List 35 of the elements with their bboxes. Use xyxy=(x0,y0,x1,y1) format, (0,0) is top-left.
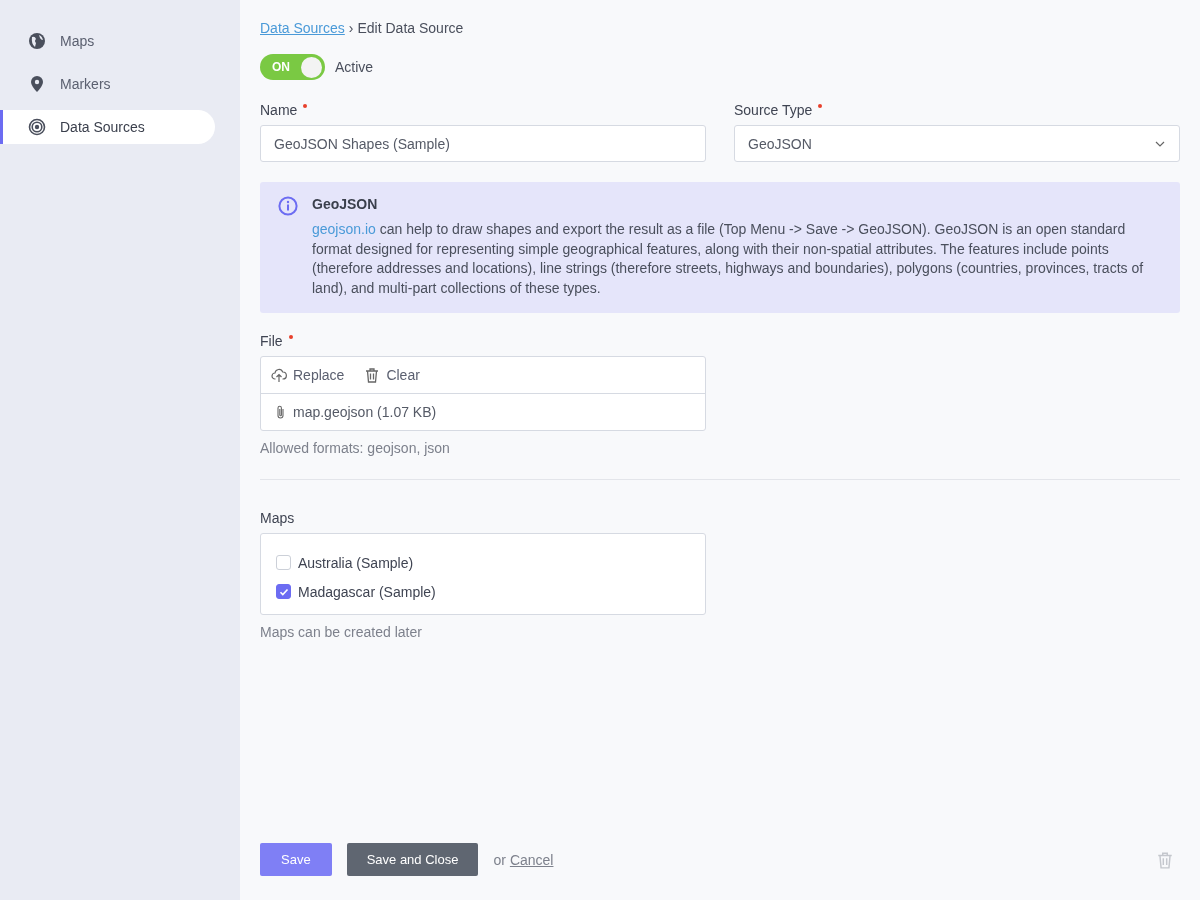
clear-button[interactable]: Clear xyxy=(364,367,420,383)
select-field[interactable]: GeoJSON xyxy=(734,125,1180,162)
checkbox-label[interactable]: Australia (Sample) xyxy=(298,554,414,571)
field-label: Name xyxy=(260,102,298,118)
field-label: Source Type xyxy=(734,102,813,118)
checkbox-label[interactable]: Madagascar (Sample) xyxy=(298,583,436,600)
info-title: GeoJSON xyxy=(312,196,379,212)
chevron-down-icon xyxy=(1155,140,1165,147)
info-icon xyxy=(278,196,298,216)
checkmark-icon xyxy=(278,586,289,597)
field-label: Maps xyxy=(260,510,295,526)
sidebar-item[interactable]: Maps xyxy=(0,24,215,58)
target-icon xyxy=(28,118,46,136)
breadcrumb-separator: › xyxy=(348,20,354,36)
trash-icon xyxy=(364,367,381,383)
file-name: map.geojson (1.07 KB) xyxy=(293,404,437,420)
globe-icon xyxy=(28,32,46,50)
save-and-close-button[interactable]: Save and Close xyxy=(346,843,479,876)
or-text: or xyxy=(493,851,506,868)
sidebar-item[interactable]: Markers xyxy=(0,67,215,101)
replace-button[interactable]: Replace xyxy=(271,367,345,383)
input-field[interactable]: GeoJSON Shapes (Sample) xyxy=(260,125,706,162)
field-label: File xyxy=(260,333,283,349)
map-pin-icon xyxy=(28,75,46,93)
info-text: geojson.io can help to draw shapes and export the result as a file (Top Menu -> Save -> GeoJSON). GeoJSON is an open standard format designed for representing simple geographical features, along with their non-spatial attributes. The features include points (therefore addresses and locations), line strings (therefore streets, highways and boundaries), polygons (countries, provinces, tracts of land), and multi-part collections of these types. xyxy=(312,220,1145,298)
cloud-upload-icon xyxy=(271,367,287,383)
toggle-label: Active xyxy=(335,59,374,75)
checkbox[interactable] xyxy=(276,584,291,599)
save-button[interactable]: Save xyxy=(260,843,332,876)
hint-text: Maps can be created later xyxy=(260,624,423,640)
breadcrumb-current: Edit Data Source xyxy=(357,20,464,36)
hint-text: Allowed formats: geojson, json xyxy=(260,440,451,456)
breadcrumb-link[interactable]: Data Sources xyxy=(260,20,345,36)
sidebar-item[interactable]: Data Sources xyxy=(0,110,215,144)
cancel-link[interactable]: Cancel xyxy=(509,851,554,868)
